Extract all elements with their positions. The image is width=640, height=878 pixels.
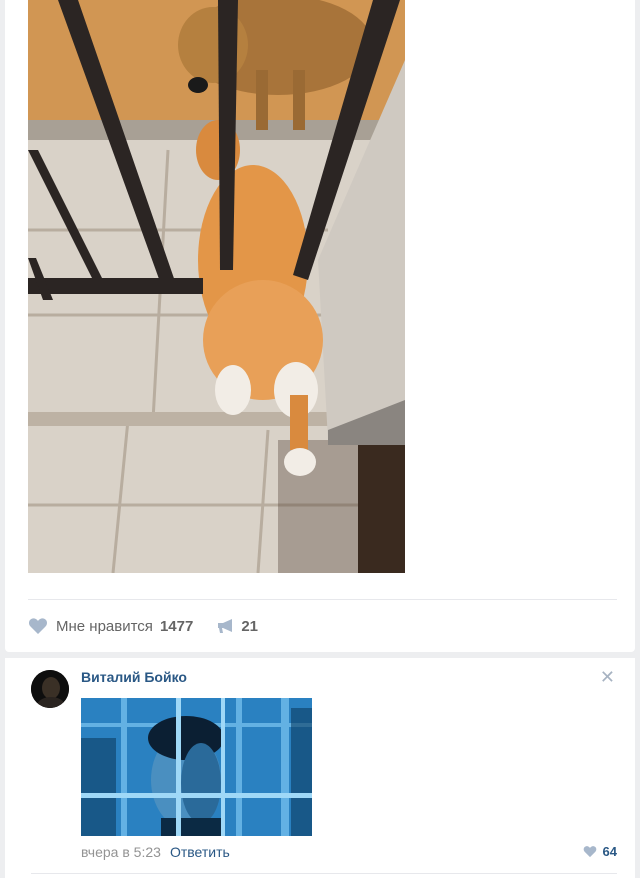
comment-meta: вчера в 5:23 Ответить [81,844,230,860]
post-photo-image [28,0,405,573]
avatar-image [31,670,69,708]
post-divider [28,599,617,600]
comment-divider [31,873,617,874]
comment-like-button[interactable]: 64 [583,844,617,859]
avatar[interactable] [31,670,69,708]
post-actions: Мне нравится 1477 21 [28,614,282,638]
reply-button[interactable]: Ответить [170,844,230,860]
comment-like-count: 64 [602,844,617,859]
close-icon[interactable]: ✕ [600,668,615,686]
comment-photo-image [81,698,312,836]
share-button[interactable]: 21 [217,618,258,635]
like-label: Мне нравится [56,617,153,635]
heart-icon [28,618,48,634]
post-card: Мне нравится 1477 21 [5,0,635,652]
like-count: 1477 [159,617,194,635]
share-count: 21 [241,617,258,635]
comment-photo[interactable] [81,698,312,836]
heart-icon [583,846,596,858]
like-button[interactable]: Мне нравится 1477 [28,617,193,635]
comment: Виталий Бойко ✕ вчера в 5:23 Ответить 64 [5,658,635,878]
comment-author[interactable]: Виталий Бойко [81,669,187,685]
post-photo[interactable] [28,0,405,573]
megaphone-icon [218,619,233,633]
comment-time[interactable]: вчера в 5:23 [81,844,161,860]
